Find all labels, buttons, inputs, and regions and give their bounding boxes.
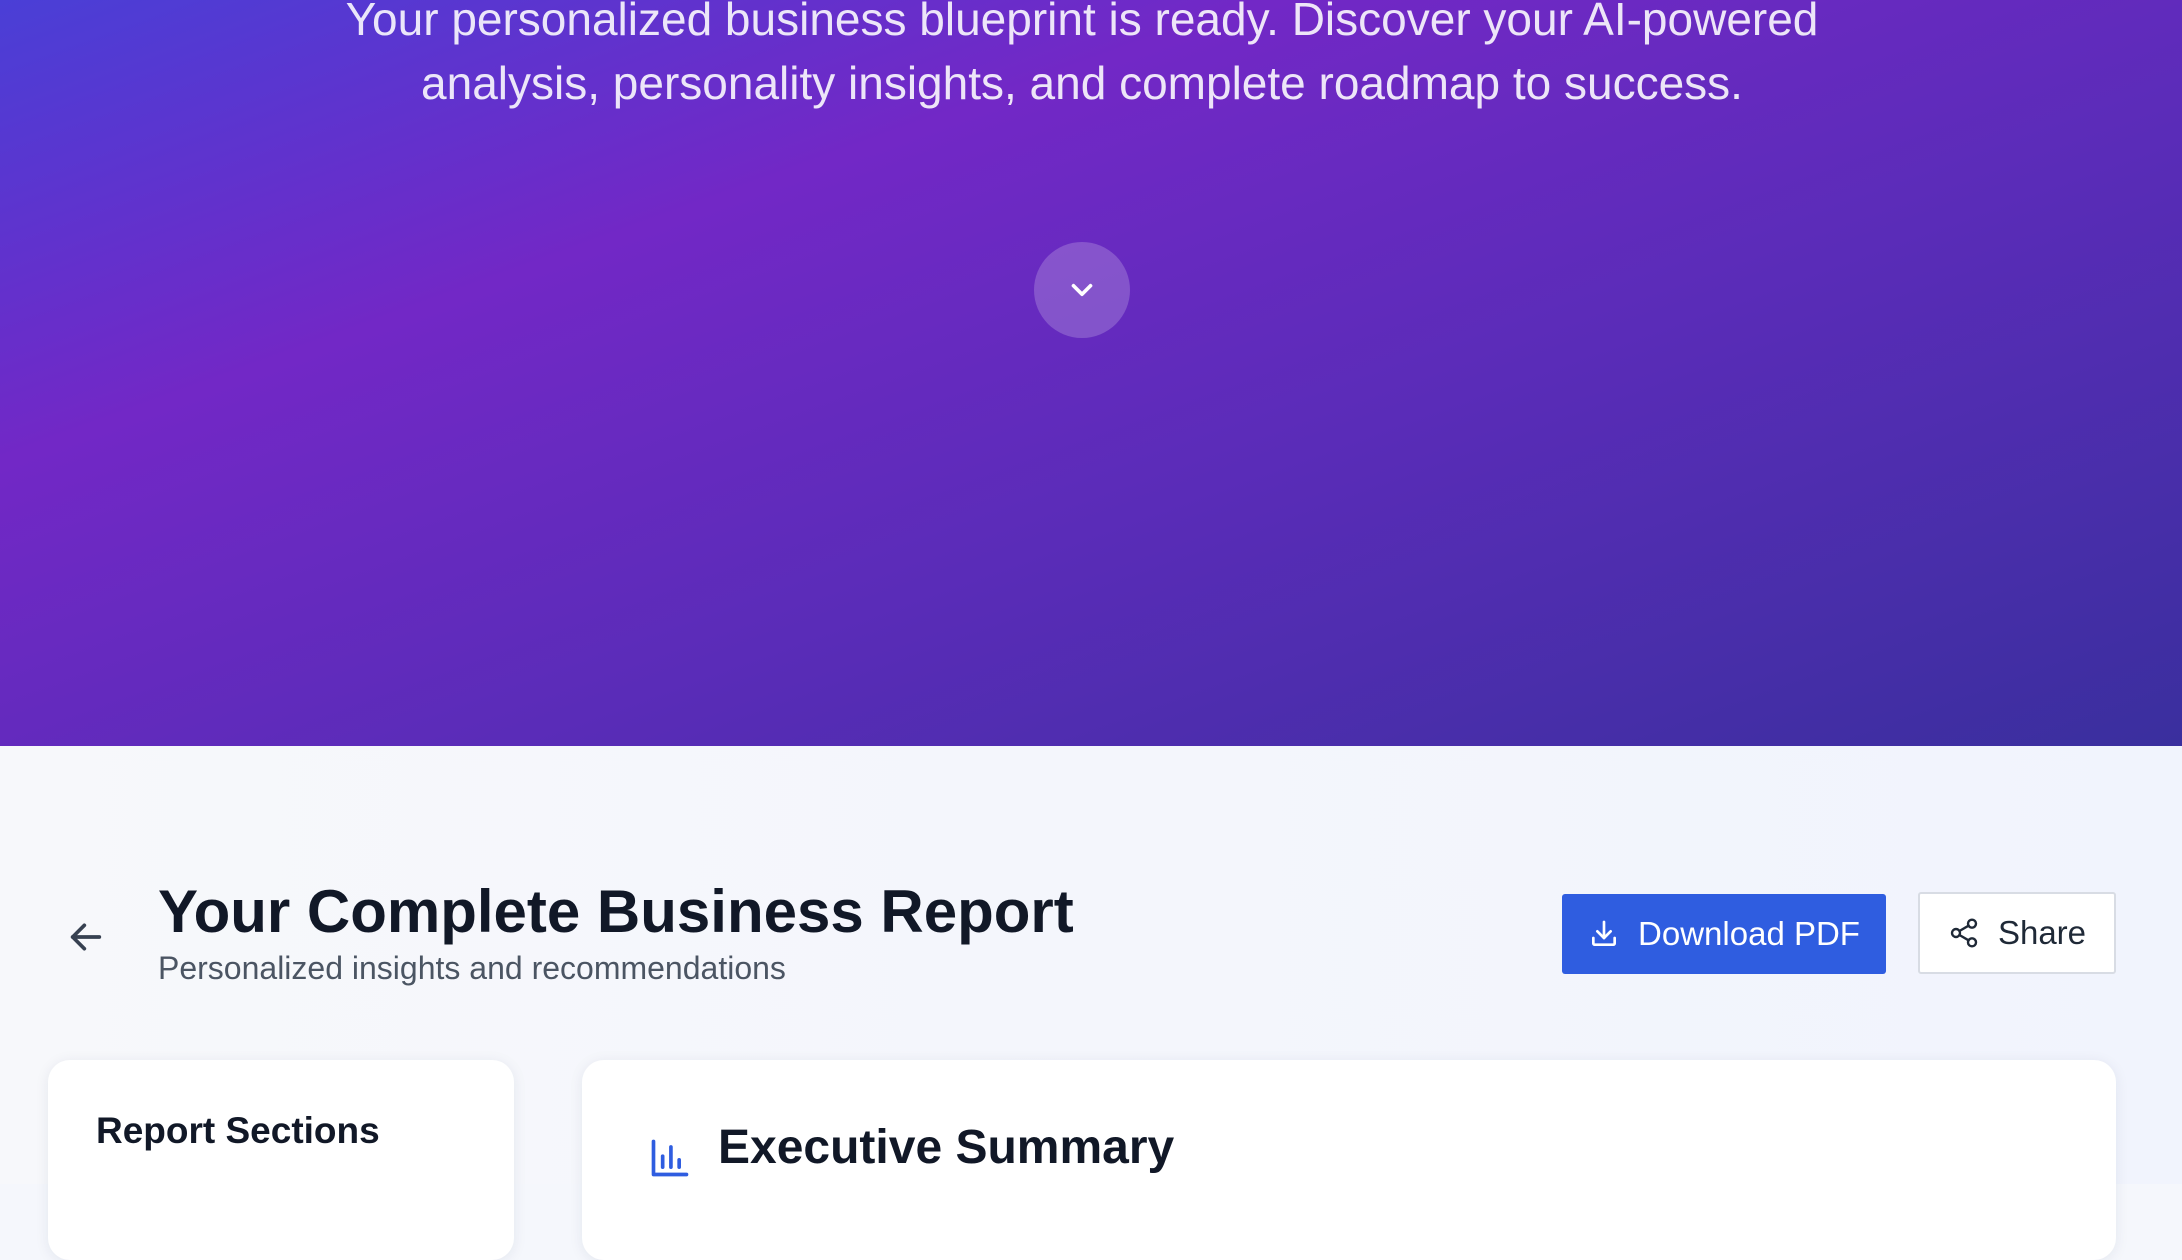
report-sections-title: Report Sections	[96, 1110, 380, 1151]
hero-description-line-2: analysis, personality insights, and comp…	[421, 57, 1743, 109]
bar-chart-icon	[651, 1139, 689, 1177]
share-icon	[1950, 918, 1978, 948]
hero-banner: Your personalized business blueprint is …	[0, 0, 2182, 746]
download-icon	[1592, 920, 1617, 946]
executive-summary-card: Executive Summary	[582, 1060, 2116, 1260]
download-pdf-button[interactable]: Download PDF	[1562, 894, 1886, 974]
arrow-left-icon	[70, 923, 102, 951]
page-title: Your Complete Business Report	[158, 878, 1074, 945]
back-button[interactable]	[62, 913, 110, 961]
hero-description-line-1: Your personalized business blueprint is …	[345, 0, 1819, 45]
share-button[interactable]: Share	[1918, 892, 2116, 974]
report-page: Your Complete Business Report Personaliz…	[0, 746, 2182, 1260]
chevron-down-icon	[1071, 283, 1093, 297]
download-pdf-label: Download PDF	[1638, 915, 1860, 952]
section-title: Executive Summary	[718, 1121, 1175, 1174]
page-subtitle: Personalized insights and recommendation…	[158, 950, 786, 986]
scroll-down-button[interactable]	[1034, 242, 1130, 338]
share-label: Share	[1997, 914, 2087, 951]
report-sections-panel: Report Sections	[48, 1060, 514, 1260]
